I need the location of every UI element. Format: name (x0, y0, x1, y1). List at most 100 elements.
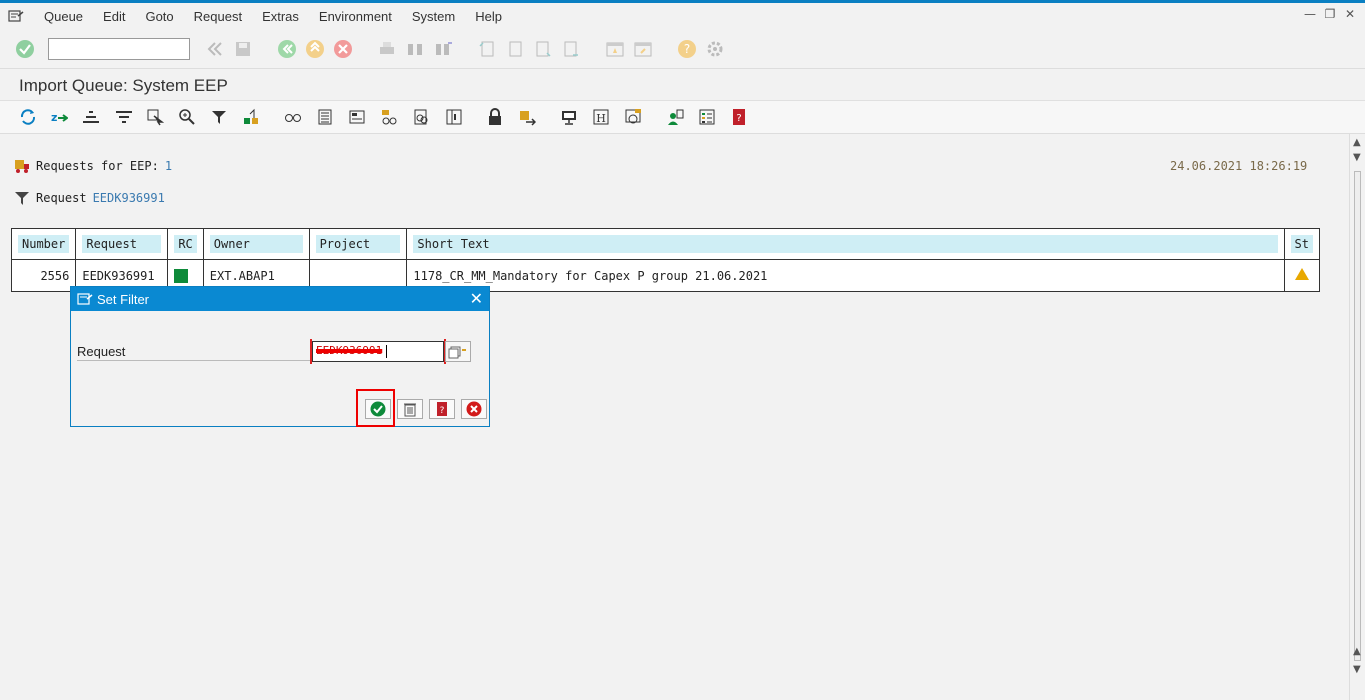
scroll-down-icon[interactable]: ▼ (1353, 152, 1361, 163)
legend-icon[interactable] (697, 107, 717, 127)
command-field[interactable] (48, 37, 190, 60)
cell-number[interactable]: 2556 (10, 259, 77, 292)
list-icon[interactable] (315, 107, 335, 127)
confirm-highlight-box (356, 389, 395, 427)
request-input-value: EEDK936991 (316, 344, 383, 357)
create-session-icon[interactable] (604, 38, 626, 60)
minimize-icon[interactable]: — (1303, 7, 1317, 21)
transport-icon[interactable] (241, 107, 261, 127)
cancel-icon (466, 401, 482, 417)
page-title: Import Queue: System EEP (19, 76, 228, 95)
tree-icon[interactable] (379, 107, 399, 127)
help-icon[interactable]: ? (676, 38, 698, 60)
set-filter-dialog: Set Filter ✕ Request EEDK936991 ? (70, 286, 490, 427)
dialog-title: Set Filter (97, 291, 150, 307)
next-page-icon[interactable] (532, 38, 554, 60)
delete-icon (404, 403, 416, 417)
find-next-icon[interactable] (432, 38, 454, 60)
save-icon[interactable] (232, 38, 254, 60)
settings-icon[interactable] (704, 38, 726, 60)
menu-request[interactable]: Request (194, 9, 242, 24)
cancel-button[interactable] (461, 399, 487, 419)
log-icon[interactable] (411, 107, 431, 127)
layout-icon[interactable] (347, 107, 367, 127)
previous-page-icon[interactable] (504, 38, 526, 60)
sort-ascending-icon[interactable] (81, 107, 101, 127)
multiple-selection-button[interactable] (445, 341, 471, 362)
multiple-selection-icon (448, 346, 466, 359)
display-icon[interactable] (283, 107, 303, 127)
move-icon[interactable] (517, 107, 537, 127)
refresh-icon[interactable] (18, 107, 38, 127)
warning-icon (1294, 268, 1309, 280)
find-icon[interactable] (404, 38, 426, 60)
exit-icon[interactable] (304, 38, 326, 60)
user-icon[interactable] (665, 107, 685, 127)
scroll-bottom-down-icon[interactable]: ▼ (1353, 664, 1361, 675)
header-number[interactable]: Number (10, 228, 77, 260)
vertical-scrollbar[interactable]: ▲ ▼ ▲ ▼ (1349, 134, 1365, 700)
request-field-label: Request (77, 344, 313, 361)
cell-status[interactable] (1283, 259, 1321, 292)
book-icon[interactable]: ? (729, 107, 749, 127)
select-icon[interactable] (145, 107, 165, 127)
close-icon[interactable]: ✕ (1343, 7, 1357, 21)
requests-info: Requests for EEP: 1 (14, 158, 172, 174)
header-short-text[interactable]: Short Text (406, 228, 1285, 260)
sort-descending-icon[interactable] (114, 107, 134, 127)
back-icon[interactable] (204, 38, 226, 60)
scroll-up-icon[interactable]: ▲ (1353, 137, 1361, 148)
header-request[interactable]: Request (75, 228, 169, 260)
menu-environment[interactable]: Environment (319, 9, 392, 24)
header-status[interactable]: St (1283, 228, 1321, 260)
menu-edit[interactable]: Edit (103, 9, 125, 24)
filter-info: Request EEDK936991 (14, 190, 165, 206)
menu-bar: Queue Edit Goto Request Extras Environme… (0, 3, 1365, 29)
print-icon[interactable] (376, 38, 398, 60)
lock-icon[interactable] (485, 107, 505, 127)
svg-text:?: ? (440, 406, 445, 416)
shortcut-icon[interactable] (632, 38, 654, 60)
menu-system[interactable]: System (412, 9, 455, 24)
header-project[interactable]: Project (308, 228, 408, 260)
text-cursor (386, 344, 388, 358)
help-button[interactable]: ? (429, 399, 455, 419)
help-h-icon[interactable]: H (591, 107, 611, 127)
menu-help[interactable]: Help (475, 9, 502, 24)
standard-toolbar: ? (0, 29, 1365, 69)
scroll-bottom-up-icon[interactable]: ▲ (1353, 646, 1361, 657)
zoom-icon[interactable] (177, 107, 197, 127)
request-input[interactable]: EEDK936991 (312, 341, 444, 362)
first-page-icon[interactable] (476, 38, 498, 60)
menu-queue[interactable]: Queue (44, 9, 83, 24)
scroll-thumb[interactable] (1354, 171, 1361, 661)
last-page-icon[interactable] (560, 38, 582, 60)
filter-icon[interactable] (209, 107, 229, 127)
truck-icon (15, 160, 29, 173)
menu-extras[interactable]: Extras (262, 9, 299, 24)
monitor-icon[interactable] (559, 107, 579, 127)
import-icon[interactable]: z (49, 107, 69, 127)
enter-icon[interactable] (14, 38, 36, 60)
header-owner[interactable]: Owner (202, 228, 310, 260)
menu-goto[interactable]: Goto (145, 9, 173, 24)
restore-icon[interactable]: ❐ (1323, 7, 1337, 21)
header-rc[interactable]: RC (167, 228, 204, 260)
cell-short-text[interactable]: 1178_CR_MM_Mandatory for Capex P group 2… (406, 259, 1285, 292)
system-menu-icon[interactable] (8, 10, 24, 22)
svg-text:H: H (596, 112, 606, 125)
dialog-close-icon[interactable]: ✕ (470, 289, 483, 309)
delete-button[interactable] (397, 399, 423, 419)
cancel-icon[interactable] (332, 38, 354, 60)
application-toolbar: z H ? (0, 101, 1365, 134)
requests-count: 1 (164, 159, 173, 173)
filter-label: Request (36, 191, 87, 205)
title-bar: Import Queue: System EEP (0, 70, 1365, 101)
detail-icon[interactable] (444, 107, 464, 127)
dialog-header: Set Filter ✕ (71, 287, 489, 311)
help-book-icon: ? (437, 402, 447, 416)
back-green-icon[interactable] (276, 38, 298, 60)
dialog-icon (77, 293, 93, 305)
system-icon[interactable] (623, 107, 643, 127)
window-controls: — ❐ ✕ (1303, 7, 1357, 21)
